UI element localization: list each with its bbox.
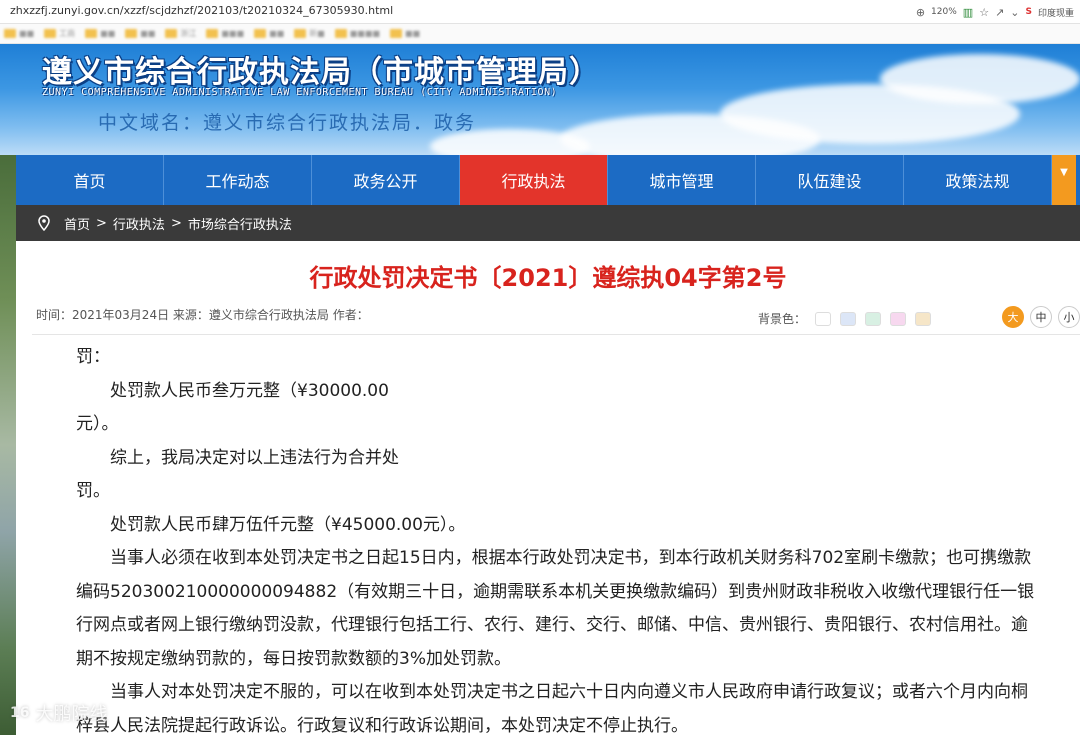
folder-icon [254,29,267,38]
article-paragraph: 元）。 [76,414,119,434]
zoom-level[interactable]: 120% [931,7,957,17]
article-paragraph: 罚： [76,347,110,367]
site-subtitle: ZUNYI COMPREHENSIVE ADMINISTRATIVE LAW E… [42,87,558,98]
breadcrumb-separator: > [170,215,182,231]
search-engine-icon[interactable]: S [1026,7,1032,17]
nav-more-icon[interactable]: ▼ [1052,155,1076,205]
article-paragraph: 处罚款人民币叁万元整（¥30000.00 [110,380,389,401]
browser-address-bar[interactable]: zhxzzfj.zunyi.gov.cn/xzzf/scjdzhzf/20210… [0,0,1080,24]
chevron-down-icon[interactable]: ⌄ [1010,6,1019,19]
url-text[interactable]: zhxzzfj.zunyi.gov.cn/xzzf/scjdzhzf/20210… [10,4,393,17]
bgcolor-swatch-pink[interactable] [890,311,907,326]
bgcolor-swatch-white[interactable] [815,311,832,326]
article-paragraph: 当事人对本处罚决定不服的，可以在收到本处罚决定书之日起六十日内向遵义市人民政府申… [76,682,1028,735]
cloud-decoration [880,54,1080,104]
folder-icon [44,29,57,38]
bookmark-item[interactable]: ■■ [389,29,420,38]
nav-item-government-affairs[interactable]: 政务公开 [312,155,460,205]
watermark: 16 大鹏院线 [10,700,107,726]
folder-icon [294,29,307,38]
share-icon[interactable]: ↗ [995,6,1004,19]
bookmark-item[interactable]: ■■■■ [334,29,380,38]
bookmark-item[interactable]: ■■ [125,29,155,38]
reader-icon[interactable]: ▥ [963,6,973,19]
background-color-picker: 背景色： [758,310,932,327]
browser-tools: ⊕ 120% ▥ ☆ ↗ ⌄ S 印度现重 [916,2,1074,22]
bookmark-item[interactable]: 浙江 [165,28,196,39]
breadcrumb-market-enforcement[interactable]: 市场综合行政执法 [188,214,292,233]
article-meta: 时间：2021年03月24日 来源：遵义市综合行政执法局 作者： [36,308,369,322]
breadcrumb-law-enforcement[interactable]: 行政执法 [113,214,165,233]
bookmark-item[interactable]: ■■ [4,29,34,38]
folder-icon [165,29,178,38]
bookmarks-bar: ■■ 工商 ■■ ■■ 浙江 ■■■ ■■ 新■ ■■■■ ■■ [0,24,1080,44]
article-paragraph: 当事人必须在收到本处罚决定书之日起15日内，根据本行政处罚决定书，到本行政机关财… [76,548,1035,669]
bookmark-item[interactable]: ■■■ [206,29,244,38]
article: 行政处罚决定书〔2021〕遵综执04字第2号 时间：2021年03月24日 来源… [16,241,1080,735]
bgcolor-label: 背景色： [758,312,807,326]
bgcolor-swatch-blue[interactable] [840,311,857,326]
watermark-logo: 16 [10,705,30,721]
site-domain: 中文域名：遵义市综合行政执法局．政务 [98,112,477,134]
location-pin-icon [36,215,52,231]
nav-item-policy-regulations[interactable]: 政策法规 [904,155,1052,205]
breadcrumb-home[interactable]: 首页 [64,214,90,233]
site-banner: 遵义市综合行政执法局（市城市管理局） ZUNYI COMPREHENSIVE A… [0,44,1080,155]
folder-icon [334,29,347,38]
bookmark-item[interactable]: ■■ [254,29,284,38]
folder-icon [125,29,138,38]
article-paragraph: 综上，我局决定对以上违法行为合并处 [110,447,399,468]
site-title[interactable]: 遵义市综合行政执法局（市城市管理局） [42,47,600,91]
nav-item-law-enforcement[interactable]: 行政执法 [460,155,608,205]
zoom-icon[interactable]: ⊕ [916,6,925,19]
font-size-medium-button[interactable]: 中 [1030,306,1052,328]
article-title: 行政处罚决定书〔2021〕遵综执04字第2号 [309,264,787,292]
font-size-small-button[interactable]: 小 [1058,306,1080,328]
folder-icon [389,29,402,38]
font-size-large-button[interactable]: 大 [1002,306,1024,328]
nav-item-city-management[interactable]: 城市管理 [608,155,756,205]
folder-icon [206,29,219,38]
nav-item-team-building[interactable]: 队伍建设 [756,155,904,205]
bookmark-item[interactable]: 新■ [294,28,325,39]
article-paragraph: 处罚款人民币肆万伍仟元整（¥45000.00元）。 [110,514,466,535]
breadcrumb-separator: > [96,215,107,231]
folder-icon [4,29,16,38]
folder-icon [85,29,98,38]
watermark-text: 大鹏院线 [35,704,108,725]
article-paragraph: 罚。 [76,481,110,501]
nav-item-home[interactable]: 首页 [16,155,164,205]
bookmark-item[interactable]: 工商 [44,28,75,39]
bookmark-star-icon[interactable]: ☆ [979,6,989,19]
bgcolor-swatch-green[interactable] [865,311,882,326]
page-root: zhxzzfj.zunyi.gov.cn/xzzf/scjdzhzf/20210… [0,0,1080,735]
bookmark-item[interactable]: ■■ [85,29,115,38]
nav-item-work-news[interactable]: 工作动态 [164,155,312,205]
breadcrumb: 首页 > 行政执法 > 市场综合行政执法 [16,205,1080,241]
divider [32,334,1080,335]
bgcolor-swatch-yellow[interactable] [915,311,932,326]
font-size-switcher: 大 中 小 [1002,306,1080,328]
article-body: 罚： 处罚款人民币叁万元整（¥30000.00 元）。 综上，我局决定对以上违法… [76,341,1036,735]
left-scenery-strip [0,155,16,735]
search-engine-label[interactable]: 印度现重 [1038,6,1074,19]
main-nav: 首页 工作动态 政务公开 行政执法 城市管理 队伍建设 政策法规 ▼ [16,155,1080,205]
